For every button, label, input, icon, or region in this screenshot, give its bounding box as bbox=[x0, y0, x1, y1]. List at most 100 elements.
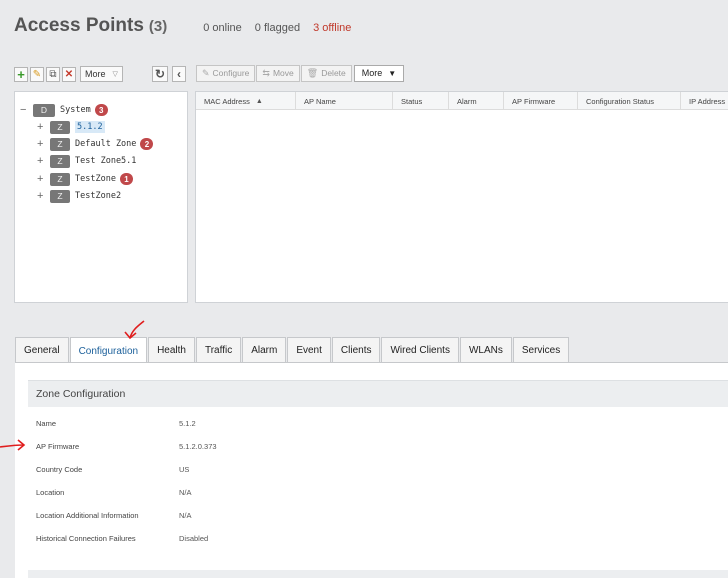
tab-general[interactable]: General bbox=[15, 337, 69, 363]
tree-node-label: 5.1.2 bbox=[75, 121, 105, 133]
flagged-count[interactable]: 0 flagged bbox=[255, 22, 300, 34]
tree-node-system[interactable]: − D System 3 bbox=[20, 103, 108, 117]
column-ip-address[interactable]: IP Address bbox=[680, 92, 728, 110]
tab-event[interactable]: Event bbox=[287, 337, 331, 363]
sort-ascending-icon: ▲ bbox=[255, 97, 263, 105]
page-count: (3) bbox=[148, 18, 168, 35]
tab-services[interactable]: Services bbox=[512, 337, 570, 363]
tree-node-testzone[interactable]: + Z TestZone 1 bbox=[37, 172, 133, 186]
tree-node-label: Default Zone bbox=[75, 139, 137, 149]
field-value-historical-failures: Disabled bbox=[179, 534, 209, 543]
alarm-count-badge: 3 bbox=[94, 104, 108, 116]
online-count[interactable]: 0 online bbox=[203, 22, 242, 34]
tab-alarm[interactable]: Alarm bbox=[242, 337, 287, 363]
column-ap-name[interactable]: AP Name bbox=[295, 92, 392, 110]
delete-icon[interactable]: ✕ bbox=[62, 66, 76, 82]
column-alarm[interactable]: Alarm bbox=[448, 92, 503, 110]
field-label-location-additional: Location Additional Information bbox=[36, 511, 139, 520]
alarm-count-badge: 2 bbox=[140, 138, 154, 150]
tree-node-label: TestZone2 bbox=[75, 191, 122, 201]
zone-type-badge: Z bbox=[50, 172, 70, 186]
add-icon[interactable]: + bbox=[14, 66, 28, 82]
column-label: Status bbox=[401, 96, 423, 106]
field-value-name: 5.1.2 bbox=[179, 419, 196, 428]
expand-icon[interactable]: + bbox=[37, 138, 47, 150]
page-header: Access Points (3) 0 online 0 flagged 3 o… bbox=[14, 15, 351, 43]
detail-tabs: General Configuration Health Traffic Ala… bbox=[15, 337, 570, 364]
column-label: IP Address bbox=[689, 96, 726, 106]
field-label-ap-firmware: AP Firmware bbox=[36, 442, 80, 451]
configuration-panel: Zone Configuration Name 5.1.2 AP Firmwar… bbox=[15, 362, 728, 578]
zone-configuration-header: Zone Configuration bbox=[28, 380, 728, 407]
move-label: Move bbox=[272, 68, 294, 78]
column-label: MAC Address bbox=[204, 96, 250, 106]
grid-more-label: More bbox=[361, 68, 383, 78]
field-label-name: Name bbox=[36, 419, 57, 428]
move-icon: ⇆ bbox=[262, 67, 270, 78]
collapse-icon[interactable]: − bbox=[20, 104, 30, 116]
tree-more-dropdown[interactable]: More ▽ bbox=[80, 66, 123, 82]
next-section-header bbox=[28, 570, 728, 578]
expand-icon[interactable]: + bbox=[37, 190, 47, 202]
page-title: Access Points bbox=[14, 15, 144, 36]
alarm-count-badge: 1 bbox=[119, 173, 133, 185]
column-ap-firmware[interactable]: AP Firmware bbox=[503, 92, 577, 110]
zone-type-badge: Z bbox=[50, 154, 70, 168]
zone-type-badge: Z bbox=[50, 120, 70, 134]
caret-down-icon: ▼ bbox=[388, 68, 397, 78]
tree-node-label: TestZone bbox=[75, 174, 116, 184]
field-value-country-code: US bbox=[179, 465, 190, 474]
column-configuration-status[interactable]: Configuration Status bbox=[577, 92, 680, 110]
field-value-ap-firmware: 5.1.2.0.373 bbox=[179, 442, 217, 451]
tab-configuration[interactable]: Configuration bbox=[69, 337, 148, 364]
tree-node-test-zone5-1[interactable]: + Z Test Zone5.1 bbox=[37, 154, 136, 168]
tab-traffic[interactable]: Traffic bbox=[195, 337, 242, 363]
configure-label: Configure bbox=[212, 68, 250, 78]
column-label: AP Name bbox=[304, 96, 336, 106]
column-label: Configuration Status bbox=[586, 96, 654, 106]
zone-tree-panel: − D System 3 + Z 5.1.2 + Z Default Zone … bbox=[14, 91, 188, 303]
grid-more-button[interactable]: More ▼ bbox=[353, 64, 405, 82]
tab-wired-clients[interactable]: Wired Clients bbox=[381, 337, 459, 363]
field-label-location: Location bbox=[36, 488, 65, 497]
expand-icon[interactable]: + bbox=[37, 155, 47, 167]
tree-node-testzone2[interactable]: + Z TestZone2 bbox=[37, 189, 121, 203]
chevron-down-icon: ▽ bbox=[112, 71, 118, 78]
tree-node-label: Test Zone5.1 bbox=[75, 156, 137, 166]
expand-icon[interactable]: + bbox=[37, 173, 47, 185]
offline-count[interactable]: 3 offline bbox=[313, 22, 351, 34]
tab-wlans[interactable]: WLANs bbox=[459, 337, 512, 363]
tree-more-label: More bbox=[85, 69, 106, 79]
column-status[interactable]: Status bbox=[392, 92, 448, 110]
tree-node-default-zone[interactable]: + Z Default Zone 2 bbox=[37, 137, 154, 151]
delete-label: Delete bbox=[321, 68, 346, 78]
column-label: Alarm bbox=[457, 96, 477, 106]
grid-header: MAC Address ▲ AP Name Status Alarm AP Fi… bbox=[196, 92, 728, 110]
trash-icon: 🗑 bbox=[306, 67, 319, 78]
move-button[interactable]: ⇆ Move bbox=[256, 64, 300, 82]
column-label: AP Firmware bbox=[512, 96, 556, 106]
collapse-left-icon[interactable]: ‹ bbox=[172, 66, 186, 82]
zone-type-badge: Z bbox=[50, 189, 70, 203]
edit-icon[interactable]: ✎ bbox=[30, 66, 44, 82]
field-label-country-code: Country Code bbox=[36, 465, 83, 474]
column-mac-address[interactable]: MAC Address ▲ bbox=[196, 92, 295, 110]
tab-clients[interactable]: Clients bbox=[331, 337, 381, 363]
tree-node-5-1-2[interactable]: + Z 5.1.2 bbox=[37, 120, 105, 134]
field-value-location-additional: N/A bbox=[179, 511, 192, 520]
field-value-location: N/A bbox=[179, 488, 192, 497]
configure-button[interactable]: ✎ Configure bbox=[196, 64, 256, 82]
zone-type-badge: Z bbox=[50, 137, 70, 151]
clone-icon[interactable]: ⧉ bbox=[46, 66, 60, 82]
tree-toolbar: + ✎ ⧉ ✕ More ▽ ↻ ‹ bbox=[14, 65, 194, 83]
field-label-historical-failures: Historical Connection Failures bbox=[36, 534, 136, 543]
grid-toolbar: ✎ Configure ⇆ Move 🗑 Delete More ▼ bbox=[196, 64, 405, 82]
ap-grid-panel: MAC Address ▲ AP Name Status Alarm AP Fi… bbox=[195, 91, 728, 303]
domain-type-badge: D bbox=[33, 103, 55, 117]
tab-health[interactable]: Health bbox=[148, 337, 195, 363]
delete-button[interactable]: 🗑 Delete bbox=[300, 64, 352, 82]
pencil-icon: ✎ bbox=[202, 67, 210, 78]
expand-icon[interactable]: + bbox=[37, 121, 47, 133]
tree-node-label: System bbox=[60, 105, 91, 115]
refresh-icon[interactable]: ↻ bbox=[152, 66, 168, 82]
